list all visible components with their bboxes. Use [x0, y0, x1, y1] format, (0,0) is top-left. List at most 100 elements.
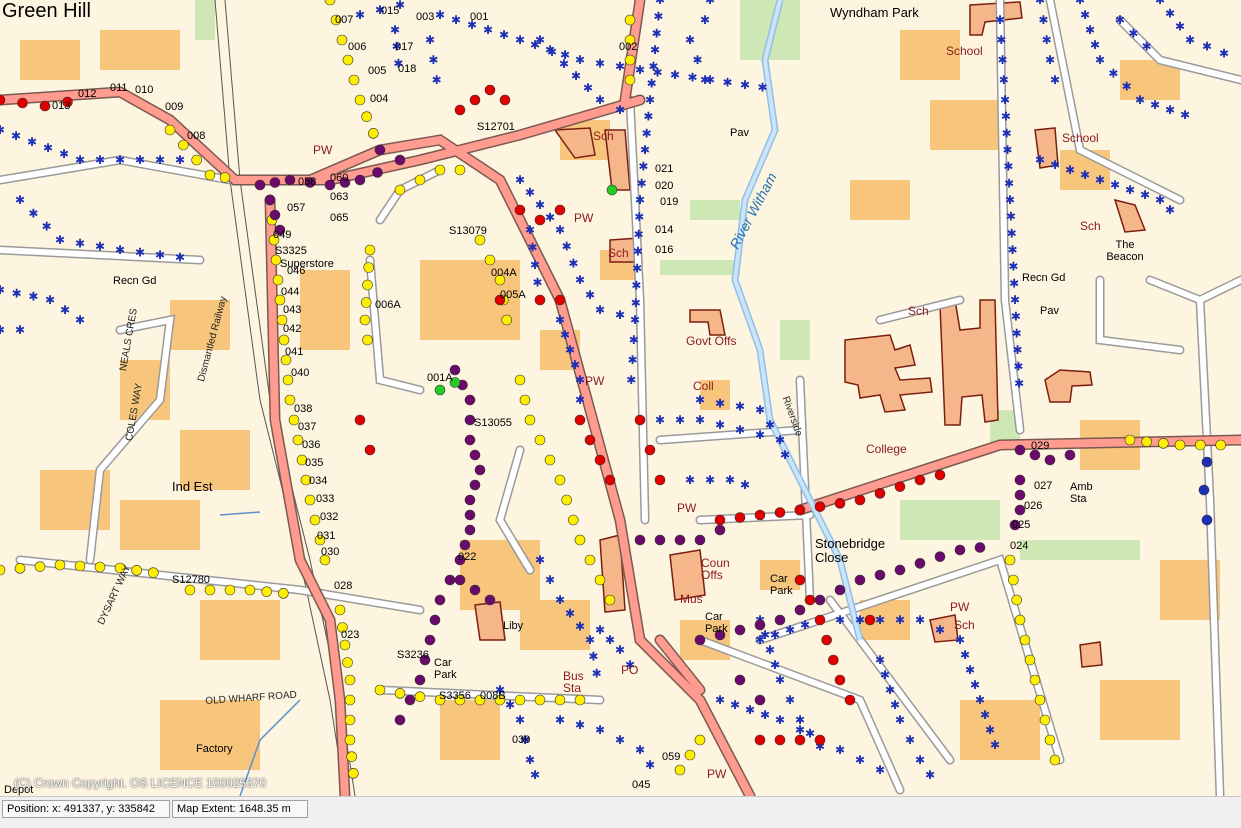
blue-stop-marker[interactable]: ✱	[555, 313, 565, 327]
purple-point-marker[interactable]	[1014, 444, 1026, 456]
purple-point-marker[interactable]	[254, 179, 266, 191]
blue-point-layer[interactable]: ✱ ✱ ✱ ✱ ✱ ✱ ✱ ✱ ✱ ✱ ✱ ✱ ✱ ✱ ✱ ✱ ✱ ✱ ✱ ✱ ✱ ✱ ✱ ✱ ✱ ✱ ✱ ✱ ✱ ✱ ✱ ✱ ✱ ✱ ✱ ✱ ✱ ✱ ✱ ✱…	[0, 0, 1229, 782]
blue-stop-marker[interactable]: ✱	[925, 768, 935, 782]
purple-point-marker[interactable]	[1014, 474, 1026, 486]
blue-stop-marker[interactable]: ✱	[885, 683, 895, 697]
red-point-marker[interactable]	[814, 501, 826, 512]
blue-stop-marker[interactable]: ✱	[955, 633, 965, 647]
blue-stop-marker[interactable]: ✱	[515, 173, 525, 187]
red-point-marker[interactable]	[774, 507, 786, 518]
blue-stop-marker[interactable]: ✱	[575, 53, 585, 67]
blue-stop-marker[interactable]: ✱	[595, 623, 605, 637]
yellow-point-marker[interactable]	[14, 563, 26, 574]
yellow-point-marker[interactable]	[94, 561, 106, 573]
yellow-point-marker[interactable]	[1039, 714, 1051, 726]
blue-stop-marker[interactable]: ✱	[575, 373, 585, 387]
blue-stop-marker[interactable]: ✱	[905, 733, 915, 747]
blue-stop-marker[interactable]: ✱	[775, 433, 785, 447]
blue-stop-marker[interactable]: ✱	[770, 658, 780, 672]
blue-stop-marker[interactable]: ✱	[559, 57, 569, 71]
blue-stop-marker[interactable]: ✱	[575, 273, 585, 287]
purple-point-marker[interactable]	[1064, 449, 1076, 461]
blue-stop-marker[interactable]: ✱	[435, 8, 445, 22]
yellow-point-marker[interactable]	[324, 0, 336, 6]
blue-stop-marker[interactable]: ✱	[605, 633, 615, 647]
blue-stop-marker[interactable]: ✱	[765, 418, 775, 432]
blue-stop-marker[interactable]: ✱	[1010, 293, 1020, 307]
red-point-marker[interactable]	[794, 734, 806, 746]
blue-stop-marker[interactable]: ✱	[985, 723, 995, 737]
yellow-point-marker[interactable]	[394, 184, 406, 196]
blue-stop-marker[interactable]: ✱	[740, 478, 750, 492]
yellow-point-marker[interactable]	[344, 714, 356, 726]
yellow-point-marker[interactable]	[368, 128, 379, 139]
blue-stop-marker[interactable]: ✱	[890, 698, 900, 712]
yellow-point-marker[interactable]	[1008, 574, 1019, 586]
yellow-point-marker[interactable]	[624, 54, 636, 66]
red-point-marker[interactable]	[534, 294, 546, 306]
blue-stop-marker[interactable]: ✱	[670, 68, 680, 82]
yellow-point-marker[interactable]	[272, 274, 284, 286]
blue-stop-marker[interactable]: ✱	[1155, 0, 1165, 7]
red-point-marker[interactable]	[584, 434, 596, 446]
red-point-marker[interactable]	[354, 414, 366, 426]
yellow-point-marker[interactable]	[554, 694, 566, 706]
yellow-point-marker[interactable]	[1141, 436, 1152, 447]
blue-stop-marker[interactable]: ✱	[28, 290, 38, 304]
yellow-point-marker[interactable]	[191, 154, 202, 166]
blue-stop-marker[interactable]: ✱	[655, 413, 665, 427]
blue-stop-marker[interactable]: ✱	[1002, 126, 1012, 140]
blue-stop-marker[interactable]: ✱	[1012, 326, 1022, 340]
blue-stop-marker[interactable]: ✱	[570, 358, 580, 372]
blue-stop-marker[interactable]: ✱	[875, 613, 885, 627]
purple-point-marker[interactable]	[404, 694, 416, 706]
purple-point-marker[interactable]	[484, 594, 496, 606]
yellow-point-marker[interactable]	[1044, 734, 1056, 746]
blue-stop-marker[interactable]: ✱	[585, 633, 595, 647]
blue-stop-marker[interactable]: ✱	[1185, 33, 1195, 47]
yellow-point-marker[interactable]	[561, 494, 572, 506]
yellow-point-marker[interactable]	[344, 734, 356, 746]
red-point-marker[interactable]	[514, 204, 526, 216]
purple-point-marker[interactable]	[464, 509, 476, 521]
purple-point-marker[interactable]	[459, 539, 471, 551]
blue-stop-marker[interactable]: ✱	[1014, 376, 1024, 390]
blue-stop-marker[interactable]: ✱	[996, 33, 1006, 47]
yellow-point-marker[interactable]	[594, 574, 606, 586]
blue-stop-marker[interactable]: ✱	[645, 93, 655, 107]
blue-stop-marker[interactable]: ✱	[525, 753, 535, 767]
blue-stop-marker[interactable]: ✱	[999, 73, 1009, 87]
purple-point-marker[interactable]	[634, 534, 646, 546]
red-point-marker[interactable]	[814, 734, 826, 746]
blue-stop-marker[interactable]: ✱	[685, 33, 695, 47]
yellow-point-marker[interactable]	[568, 514, 579, 526]
blue-stop-marker[interactable]: ✱	[1180, 108, 1190, 122]
blue-large-marker[interactable]	[1198, 484, 1210, 496]
blue-stop-marker[interactable]: ✱	[650, 43, 660, 57]
yellow-point-marker[interactable]	[360, 297, 372, 308]
blue-stop-marker[interactable]: ✱	[15, 323, 25, 337]
purple-point-marker[interactable]	[394, 714, 406, 726]
blue-stop-marker[interactable]: ✱	[588, 650, 598, 664]
yellow-point-marker[interactable]	[278, 334, 290, 346]
blue-stop-marker[interactable]: ✱	[451, 13, 461, 27]
yellow-point-marker[interactable]	[694, 734, 706, 746]
yellow-point-marker[interactable]	[1019, 634, 1031, 646]
blue-stop-marker[interactable]: ✱	[895, 713, 905, 727]
yellow-point-marker[interactable]	[1014, 614, 1026, 626]
blue-stop-marker[interactable]: ✱	[730, 698, 740, 712]
blue-stop-marker[interactable]: ✱	[1008, 243, 1018, 257]
yellow-point-marker[interactable]	[414, 174, 426, 186]
blue-stop-marker[interactable]: ✱	[1006, 210, 1016, 224]
purple-point-marker[interactable]	[1044, 454, 1056, 466]
blue-stop-marker[interactable]: ✱	[0, 283, 5, 297]
purple-point-marker[interactable]	[269, 177, 281, 188]
purple-point-marker[interactable]	[464, 434, 476, 446]
blue-stop-marker[interactable]: ✱	[1085, 23, 1095, 37]
blue-stop-marker[interactable]: ✱	[1155, 193, 1165, 207]
yellow-point-marker[interactable]	[624, 74, 636, 86]
blue-stop-marker[interactable]: ✱	[547, 45, 557, 59]
blue-stop-marker[interactable]: ✱	[499, 28, 509, 42]
blue-stop-marker[interactable]: ✱	[935, 623, 945, 637]
blue-stop-marker[interactable]: ✱	[835, 613, 845, 627]
